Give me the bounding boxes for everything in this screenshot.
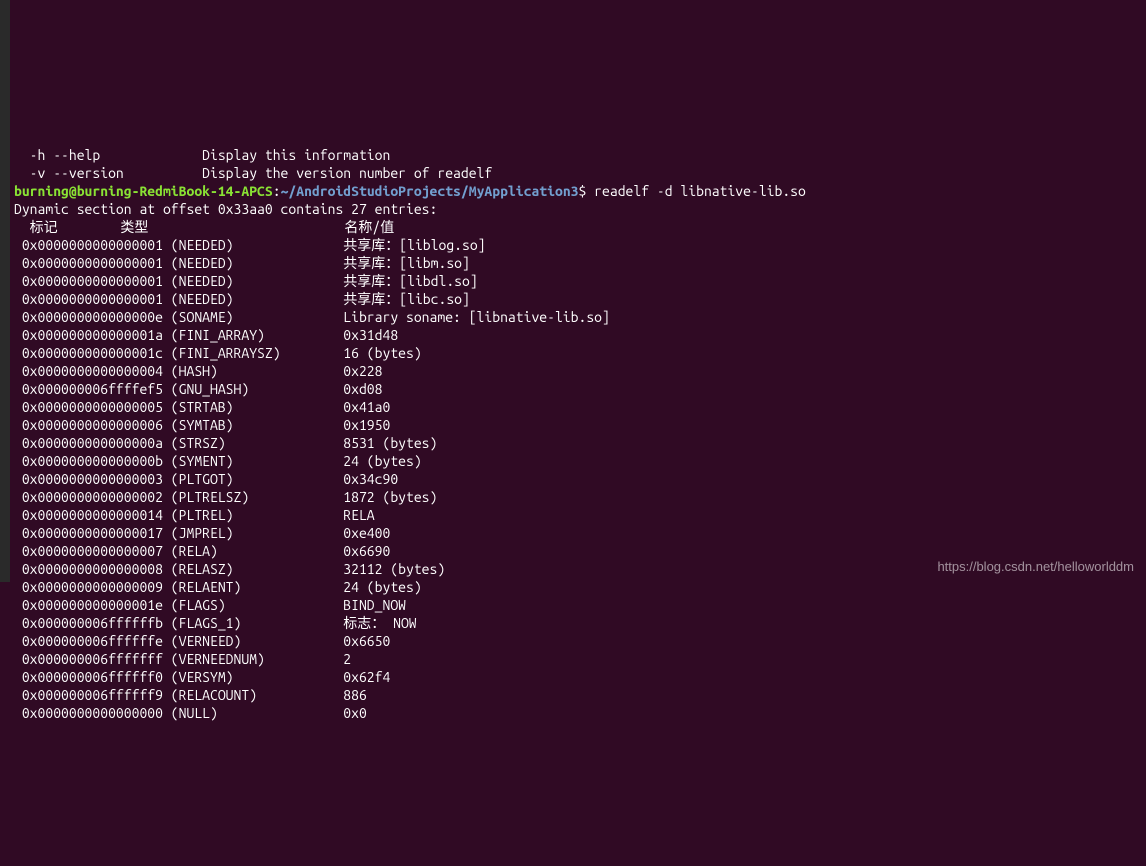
dynamic-entry-row: 0x000000000000001c (FINI_ARRAYSZ) 16 (by…	[0, 344, 1146, 362]
dynamic-entry-row: 0x0000000000000006 (SYMTAB) 0x1950	[0, 416, 1146, 434]
prompt-line: burning@burning-RedmiBook-14-APCS:~/Andr…	[0, 182, 1146, 200]
dynamic-entry-row: 0x000000006ffffff9 (RELACOUNT) 886	[0, 686, 1146, 704]
dynamic-entry-row: 0x000000006ffffffb (FLAGS_1) 标志： NOW	[0, 614, 1146, 632]
prompt-user-host: burning@burning-RedmiBook-14-APCS	[14, 183, 273, 199]
help-line: -v --version Display the version number …	[0, 164, 1146, 182]
dynamic-entry-row: 0x0000000000000017 (JMPREL) 0xe400	[0, 524, 1146, 542]
launcher-strip	[0, 0, 10, 582]
dynamic-entry-row: 0x000000006ffffef5 (GNU_HASH) 0xd08	[0, 380, 1146, 398]
help-line: -h --help Display this information	[0, 146, 1146, 164]
dynamic-entry-row: 0x000000000000001a (FINI_ARRAY) 0x31d48	[0, 326, 1146, 344]
dynamic-entry-row: 0x0000000000000001 (NEEDED) 共享库：[libm.so…	[0, 254, 1146, 272]
command-text: readelf -d libnative-lib.so	[586, 183, 806, 199]
dynamic-entry-row: 0x0000000000000005 (STRTAB) 0x41a0	[0, 398, 1146, 416]
dynamic-entry-row: 0x0000000000000001 (NEEDED) 共享库：[libc.so…	[0, 290, 1146, 308]
dynamic-entry-row: 0x000000006fffffff (VERNEEDNUM) 2	[0, 650, 1146, 668]
dynamic-entry-row: 0x0000000000000014 (PLTREL) RELA	[0, 506, 1146, 524]
dynamic-entry-row: 0x0000000000000001 (NEEDED) 共享库：[liblog.…	[0, 236, 1146, 254]
prompt-path: ~/AndroidStudioProjects/MyApplication3	[281, 183, 579, 199]
dynamic-entry-row: 0x000000000000000e (SONAME) Library sona…	[0, 308, 1146, 326]
terminal-output[interactable]: -h --help Display this information -v --…	[0, 108, 1146, 740]
dynamic-entry-row: 0x0000000000000009 (RELAENT) 24 (bytes)	[0, 578, 1146, 596]
watermark-text: https://blog.csdn.net/helloworlddm	[937, 558, 1134, 576]
prompt-colon: :	[273, 183, 281, 199]
dynamic-entry-row: 0x0000000000000001 (NEEDED) 共享库：[libdl.s…	[0, 272, 1146, 290]
dynamic-entry-row: 0x0000000000000003 (PLTGOT) 0x34c90	[0, 470, 1146, 488]
section-header: Dynamic section at offset 0x33aa0 contai…	[0, 200, 1146, 218]
dynamic-entry-row: 0x0000000000000002 (PLTRELSZ) 1872 (byte…	[0, 488, 1146, 506]
column-header: 标记 类型 名称/值	[0, 218, 1146, 236]
dynamic-entry-row: 0x000000000000000b (SYMENT) 24 (bytes)	[0, 452, 1146, 470]
dynamic-entry-row: 0x000000000000000a (STRSZ) 8531 (bytes)	[0, 434, 1146, 452]
dynamic-entry-row: 0x000000006ffffffe (VERNEED) 0x6650	[0, 632, 1146, 650]
dynamic-entry-row: 0x000000000000001e (FLAGS) BIND_NOW	[0, 596, 1146, 614]
dynamic-entry-row: 0x0000000000000000 (NULL) 0x0	[0, 704, 1146, 722]
dynamic-entry-row: 0x000000006ffffff0 (VERSYM) 0x62f4	[0, 668, 1146, 686]
dynamic-entry-row: 0x0000000000000004 (HASH) 0x228	[0, 362, 1146, 380]
